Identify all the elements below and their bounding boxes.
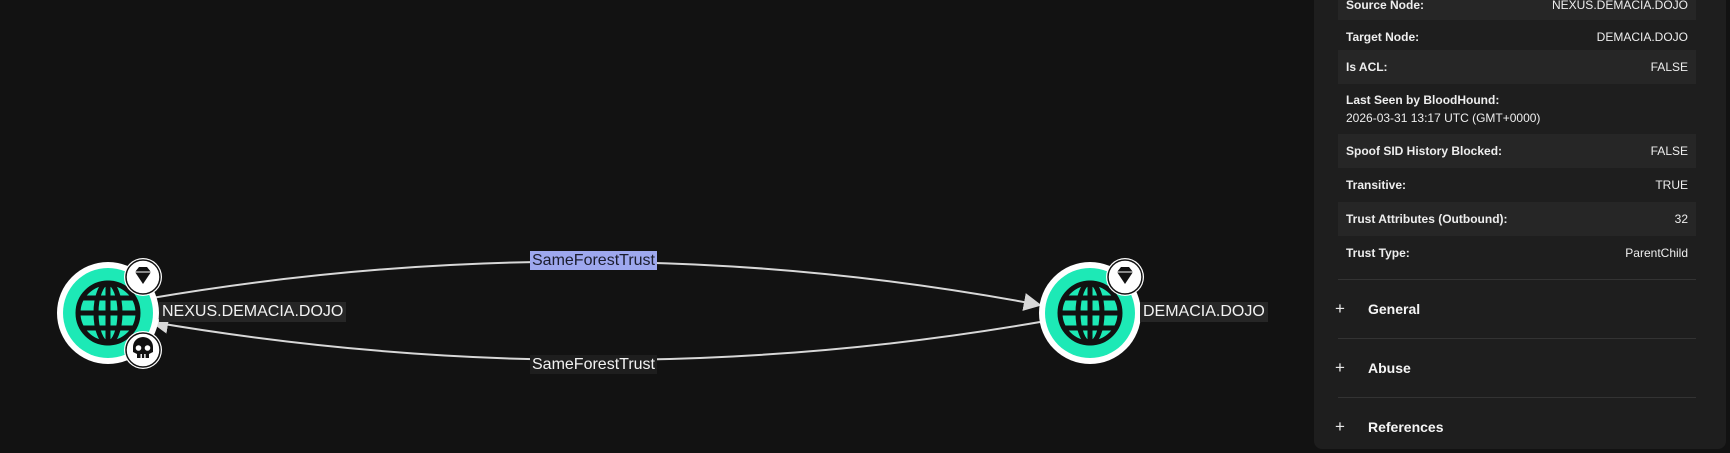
section-label: Abuse <box>1368 360 1411 376</box>
section-references[interactable]: + References <box>1332 407 1702 447</box>
bloodhound-view: SameForestTrust SameForestTrust NEXUS.DE… <box>0 0 1730 453</box>
plus-icon: + <box>1335 417 1345 436</box>
prop-value: TRUE <box>1655 178 1688 192</box>
globe-icon <box>75 280 141 346</box>
divider <box>1338 338 1696 339</box>
divider <box>1338 397 1696 398</box>
prop-value: NEXUS.DEMACIA.DOJO <box>1551 0 1688 12</box>
prop-value: 32 <box>1674 212 1688 226</box>
node-label-nexus-demacia-dojo[interactable]: NEXUS.DEMACIA.DOJO <box>159 302 347 322</box>
prop-row-target-node: Target Node: DEMACIA.DOJO <box>1338 20 1696 54</box>
section-general[interactable]: + General <box>1332 289 1702 329</box>
prop-value: FALSE <box>1650 144 1688 158</box>
prop-value: FALSE <box>1650 60 1688 74</box>
section-label: General <box>1368 301 1421 317</box>
prop-key: Source Node: <box>1346 0 1425 12</box>
section-abuse[interactable]: + Abuse <box>1332 348 1702 388</box>
prop-key: Is ACL: <box>1346 60 1388 74</box>
prop-key: Transitive: <box>1346 178 1407 192</box>
graph-svg <box>57 258 1144 369</box>
prop-row-source-node: Source Node: NEXUS.DEMACIA.DOJO <box>1338 0 1696 20</box>
divider <box>1338 279 1696 280</box>
prop-value: 2026-03-31 13:17 UTC (GMT+0000) <box>1346 111 1541 125</box>
prop-row-transitive: Transitive: TRUE <box>1338 168 1696 202</box>
edge-properties-panel: Source Node: NEXUS.DEMACIA.DOJO Target N… <box>1314 0 1726 449</box>
prop-key: Last Seen by BloodHound: <box>1346 93 1500 107</box>
prop-row-trust-type: Trust Type: ParentChild <box>1338 236 1696 270</box>
prop-key: Spoof SID History Blocked: <box>1346 144 1503 158</box>
section-label: References <box>1368 419 1444 435</box>
skull-icon <box>124 331 162 369</box>
gem-icon <box>1106 258 1144 296</box>
node-label-demacia-dojo[interactable]: DEMACIA.DOJO <box>1140 302 1268 322</box>
prop-value: ParentChild <box>1625 246 1688 260</box>
prop-key: Trust Attributes (Outbound): <box>1346 212 1508 226</box>
prop-key: Trust Type: <box>1346 246 1410 260</box>
globe-icon <box>1057 280 1123 346</box>
graph-canvas[interactable]: SameForestTrust SameForestTrust NEXUS.DE… <box>0 0 1310 453</box>
prop-key: Target Node: <box>1346 30 1420 44</box>
gem-icon <box>124 258 162 296</box>
prop-row-last-seen: Last Seen by BloodHound: 2026-03-31 13:1… <box>1338 84 1696 134</box>
prop-row-spoof-sid-history: Spoof SID History Blocked: FALSE <box>1338 134 1696 168</box>
plus-icon: + <box>1335 358 1345 377</box>
plus-icon: + <box>1335 299 1345 318</box>
edge-label-lower[interactable]: SameForestTrust <box>530 355 657 374</box>
prop-row-trust-attributes: Trust Attributes (Outbound): 32 <box>1338 202 1696 236</box>
edge-label-upper[interactable]: SameForestTrust <box>530 251 657 270</box>
prop-row-is-acl: Is ACL: FALSE <box>1338 50 1696 84</box>
prop-value: DEMACIA.DOJO <box>1596 30 1688 44</box>
